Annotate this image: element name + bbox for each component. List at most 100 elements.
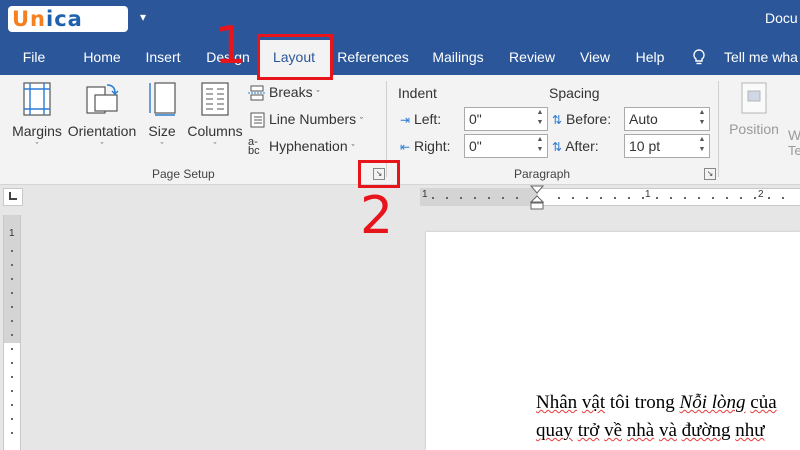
group-separator [718, 81, 719, 177]
indent-left-text: Left: [413, 111, 442, 127]
position-icon [741, 82, 767, 114]
columns-button[interactable]: Columns ˇ [186, 81, 244, 151]
tab-insert[interactable]: Insert [138, 40, 188, 75]
chevron-down-icon: ˇ [160, 141, 164, 151]
ruler-tick [670, 197, 672, 199]
ruler-tick [11, 334, 13, 336]
step-number-2: 2 [360, 186, 394, 246]
spinner-arrows-icon[interactable]: ▲ ▼ [697, 108, 707, 130]
columns-icon [201, 82, 229, 116]
spinner-arrows-icon[interactable]: ▲ ▼ [535, 135, 545, 157]
doc-word: quay [536, 420, 573, 441]
ruler-tick [516, 197, 518, 199]
indent-left-label: ⇥ Left: [400, 107, 441, 131]
wrap-text-label: W [788, 127, 800, 143]
spinner-arrows-icon[interactable]: ▲ ▼ [535, 108, 545, 130]
tab-view[interactable]: View [574, 40, 616, 75]
ruler-tick [11, 390, 13, 392]
ruler-tick [11, 418, 13, 420]
indent-left-value: 0" [469, 111, 482, 127]
ruler-tick [572, 197, 574, 199]
ruler-tick [11, 404, 13, 406]
spacing-after-text: After: [565, 138, 599, 154]
document-text-line: quay trở về nhà và đường như [536, 420, 765, 442]
ruler-tick [768, 197, 770, 199]
indent-left-icon: ⇥ [400, 113, 411, 127]
paragraph-dialog-launcher-icon[interactable]: ↘ [704, 168, 716, 180]
page-setup-group-label: Page Setup [152, 167, 215, 181]
tab-selector[interactable] [3, 188, 23, 206]
ruler-tick [446, 197, 448, 199]
margins-label: Margins [12, 123, 62, 139]
spacing-before-input[interactable]: Auto ▲ ▼ [624, 107, 710, 131]
tab-home[interactable]: Home [76, 40, 128, 75]
ruler-tick [614, 197, 616, 199]
position-button[interactable]: Position [728, 81, 780, 137]
tab-review[interactable]: Review [504, 40, 560, 75]
indent-right-text: Right: [413, 138, 451, 154]
indent-marker-icon[interactable] [530, 185, 544, 211]
ruler-tick [684, 197, 686, 199]
tab-references[interactable]: References [334, 40, 412, 75]
doc-word: vật [581, 392, 606, 413]
doc-word: và [658, 420, 677, 441]
spacing-before-icon: ⇅ [552, 113, 563, 127]
spacing-header: Spacing [549, 85, 600, 101]
size-button[interactable]: Size ˇ [144, 81, 180, 151]
breaks-button[interactable]: Breaks ˇ [248, 81, 319, 103]
ruler-tick [11, 306, 13, 308]
ruler-tick [642, 197, 644, 199]
ruler-tick [712, 197, 714, 199]
doc-word: của [750, 392, 777, 413]
document-page[interactable]: Nhân vật tôi trong Nỗi lòng của quay trở… [426, 232, 800, 450]
wrap-text-button[interactable]: W Te [788, 81, 800, 158]
wrap-text-label-2: Te [788, 143, 800, 158]
chevron-down-icon: ˇ [100, 141, 104, 151]
orientation-icon [86, 84, 119, 114]
unica-logo: Unica [8, 6, 128, 32]
chevron-down-icon: ˇ [213, 141, 217, 151]
doc-word-italic: Nỗi lòng [679, 392, 746, 413]
ruler-number: 1 [422, 189, 428, 200]
tab-file[interactable]: File [12, 40, 56, 75]
horizontal-ruler-margin [420, 188, 538, 206]
spacing-after-input[interactable]: 10 pt ▲ ▼ [624, 134, 710, 158]
line-numbers-button[interactable]: Line Numbers ˇ [248, 108, 363, 130]
indent-left-input[interactable]: 0" ▲ ▼ [464, 107, 548, 131]
lightbulb-icon[interactable] [690, 48, 708, 66]
hyphenation-button[interactable]: a-bc Hyphenation ˇ [248, 135, 355, 157]
ruler-tick [628, 197, 630, 199]
orientation-label: Orientation [67, 123, 137, 139]
wrap-text-icon [788, 81, 800, 121]
quick-access-dropdown-icon[interactable]: ▾ [140, 10, 146, 24]
ruler-tick [11, 278, 13, 280]
indent-right-input[interactable]: 0" ▲ ▼ [464, 134, 548, 158]
ruler-tick [11, 292, 13, 294]
ruler-tick [782, 197, 784, 199]
document-text-line: Nhân vật tôi trong Nỗi lòng của [536, 392, 777, 414]
ruler-tick [558, 197, 560, 199]
title-bar: Unica ▾ Docu [0, 0, 800, 40]
ribbon-tab-bar: File Home Insert Design Layout Reference… [0, 40, 800, 75]
orientation-button[interactable]: Orientation ˇ [66, 81, 138, 151]
logo-text: Unica [12, 7, 83, 31]
line-numbers-icon [250, 112, 265, 128]
tab-help[interactable]: Help [630, 40, 670, 75]
ruler-number: 1 [9, 228, 15, 239]
indent-header: Indent [398, 85, 437, 101]
columns-label: Columns [187, 123, 243, 139]
margins-button[interactable]: Margins ˇ [10, 81, 64, 151]
breaks-icon [248, 85, 266, 101]
ruler-tick [11, 320, 13, 322]
doc-word: đường [681, 420, 731, 441]
tell-me-search[interactable]: Tell me wha [724, 40, 798, 75]
step-number-1: 1 [214, 16, 248, 76]
ruler-number: 1 [645, 189, 651, 200]
hyphenation-label: Hyphenation [269, 138, 348, 154]
tab-mailings[interactable]: Mailings [426, 40, 490, 75]
highlight-layout-tab [257, 34, 333, 80]
doc-word: tôi trong [609, 392, 675, 413]
ruler-tick [432, 197, 434, 199]
spinner-arrows-icon[interactable]: ▲ ▼ [697, 135, 707, 157]
ruler-tick [586, 197, 588, 199]
